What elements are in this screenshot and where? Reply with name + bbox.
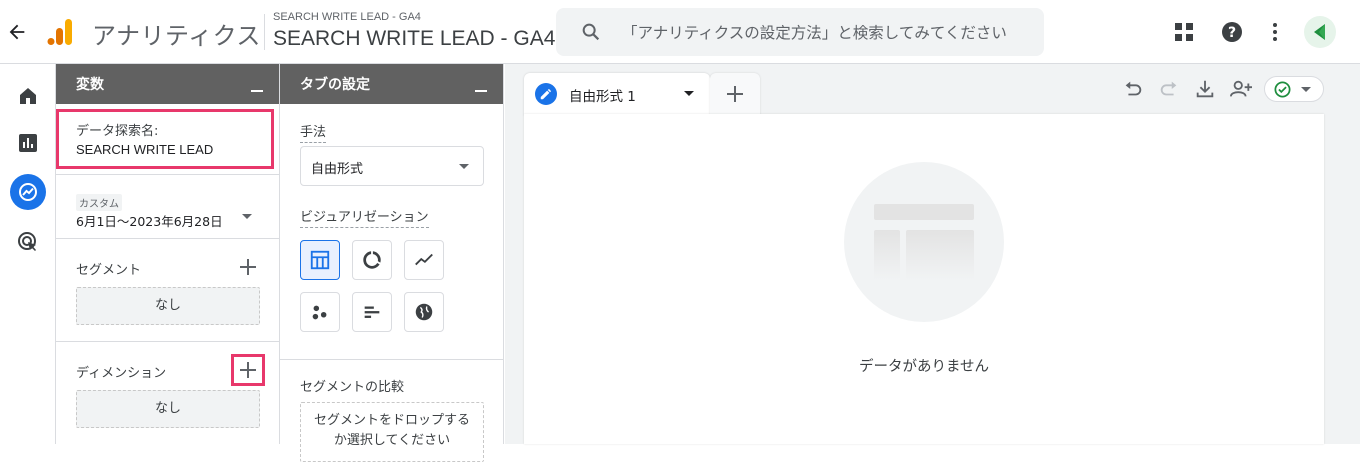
date-dropdown-caret-icon[interactable] <box>242 214 252 219</box>
tab-menu-caret-icon[interactable] <box>684 91 694 96</box>
dimensions-label: ディメンション <box>76 366 167 381</box>
geo-map-icon <box>415 303 433 321</box>
analytics-logo[interactable] <box>44 16 76 48</box>
explore-icon <box>19 183 37 201</box>
tab-name[interactable]: 自由形式 1 <box>569 85 636 105</box>
app-name: アナリティクス <box>92 22 261 50</box>
tab-settings-panel: タブの設定 手法 自由形式 ビジュアリゼーション セグメントの比較 セグメントを… <box>280 64 504 462</box>
apps-grid-icon[interactable] <box>1172 20 1196 44</box>
segment-compare-dropzone[interactable]: セグメントをドロップする か選択してください <box>300 402 484 462</box>
segments-empty[interactable]: なし <box>76 287 260 325</box>
date-chip: カスタム <box>76 194 122 211</box>
header-divider <box>264 14 265 50</box>
undo-icon[interactable] <box>1122 78 1144 100</box>
home-icon[interactable] <box>16 84 40 108</box>
add-tab-button[interactable] <box>710 73 760 115</box>
segment-drop-text-1: セグメントをドロップする <box>313 413 470 428</box>
account-path[interactable]: SEARCH WRITE LEAD - GA4 <box>273 11 421 23</box>
viz-donut-button[interactable] <box>352 240 392 280</box>
technique-caret-icon <box>459 164 469 169</box>
exploration-name-value[interactable]: SEARCH WRITE LEAD <box>76 142 271 157</box>
left-navigation <box>0 64 56 444</box>
search-icon <box>582 23 600 41</box>
empty-state-illustration <box>844 162 1004 322</box>
variables-panel-header: 変数 <box>56 64 279 104</box>
tab-settings-header: タブの設定 <box>280 64 503 104</box>
redo-icon[interactable] <box>1158 78 1180 100</box>
top-app-bar: アナリティクス SEARCH WRITE LEAD - GA4 SEARCH W… <box>0 0 1360 64</box>
viz-bar-button[interactable] <box>352 292 392 332</box>
viz-scatter-button[interactable] <box>300 292 340 332</box>
tab-freeform-1[interactable]: 自由形式 1 <box>524 73 710 115</box>
reports-icon[interactable] <box>16 131 40 155</box>
search-bar[interactable]: 「アナリティクスの設定方法」と検索してみてください <box>556 8 1044 56</box>
help-icon[interactable]: ? <box>1220 20 1244 44</box>
exploration-canvas: データがありません <box>524 114 1324 444</box>
illustration-col-left <box>874 230 900 280</box>
donut-chart-icon <box>363 250 381 269</box>
variables-panel: 変数 データ探索名: SEARCH WRITE LEAD カスタム 6月1日～2… <box>56 64 280 444</box>
bar-chart-icon <box>364 306 380 318</box>
viz-line-button[interactable] <box>404 240 444 280</box>
status-caret-icon <box>1301 87 1311 92</box>
back-arrow-icon[interactable] <box>6 20 28 44</box>
empty-state-message: データがありません <box>858 359 990 375</box>
add-segment-icon[interactable] <box>240 259 256 275</box>
status-menu-button[interactable] <box>1264 76 1324 102</box>
technique-value: 自由形式 <box>311 162 364 177</box>
technique-label: 手法 <box>300 121 327 143</box>
illustration-bar <box>874 204 974 220</box>
technique-select[interactable]: 自由形式 <box>300 146 484 186</box>
edit-pencil-icon[interactable] <box>535 83 557 105</box>
date-range-selector[interactable]: 6月1日～2023年6月28日 <box>76 211 223 230</box>
table-icon <box>310 250 330 270</box>
viz-geo-button[interactable] <box>404 292 444 332</box>
exploration-name-label: データ探索名: <box>76 124 159 139</box>
visualization-label: ビジュアリゼーション <box>300 206 429 228</box>
segments-label: セグメント <box>76 263 142 278</box>
scatter-plot-icon <box>312 305 327 320</box>
dimensions-empty[interactable]: なし <box>76 390 260 428</box>
collapse-variables-button[interactable] <box>251 90 263 92</box>
account-avatar[interactable] <box>1304 16 1336 48</box>
exploration-name-field[interactable]: データ探索名: SEARCH WRITE LEAD <box>56 109 274 169</box>
search-placeholder[interactable]: 「アナリティクスの設定方法」と検索してみてください <box>622 21 1007 43</box>
download-icon[interactable] <box>1194 78 1216 100</box>
tab-settings-title: タブの設定 <box>300 77 370 93</box>
illustration-col-right <box>906 230 974 280</box>
variables-panel-title: 変数 <box>76 77 104 93</box>
segment-compare-label: セグメントの比較 <box>300 380 405 395</box>
divider <box>280 359 503 360</box>
viz-table-button[interactable] <box>300 240 340 280</box>
more-vert-icon[interactable] <box>1263 20 1287 44</box>
pencil-icon <box>540 88 552 100</box>
explore-nav-active[interactable] <box>10 174 46 210</box>
divider <box>56 341 279 342</box>
divider <box>56 174 279 175</box>
svg-text:?: ? <box>1228 25 1236 41</box>
divider <box>56 238 279 239</box>
segment-drop-text-2: か選択してください <box>333 433 451 448</box>
add-dimension-icon[interactable] <box>240 362 256 378</box>
advertising-icon[interactable] <box>16 230 40 254</box>
property-selector[interactable]: SEARCH WRITE LEAD - GA4 <box>273 27 555 51</box>
line-chart-icon <box>415 253 433 266</box>
add-tab-icon <box>727 86 743 102</box>
status-check-icon <box>1274 81 1291 98</box>
collapse-tab-settings-button[interactable] <box>475 90 487 92</box>
share-user-icon[interactable] <box>1228 78 1254 100</box>
